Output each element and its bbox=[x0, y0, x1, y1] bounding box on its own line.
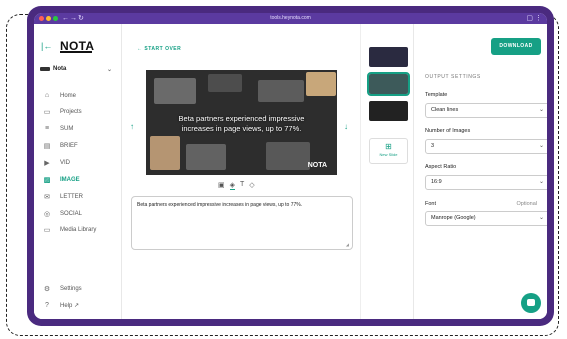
font-label: Font bbox=[425, 201, 437, 207]
window-icon[interactable]: ▢ bbox=[526, 13, 533, 24]
sidebar-item-brief[interactable]: ▤ BRIEF bbox=[40, 139, 116, 152]
slide-text-input[interactable]: Beta partners experienced impressive inc… bbox=[131, 196, 353, 250]
collapse-sidebar-icon[interactable]: |← bbox=[41, 41, 52, 51]
sum-icon: ≡ bbox=[44, 125, 50, 132]
sidebar-item-label: Home bbox=[60, 92, 77, 99]
text-icon[interactable]: T bbox=[240, 181, 244, 190]
social-icon: ◎ bbox=[43, 210, 51, 218]
new-slide-icon: ⊞ bbox=[385, 142, 392, 151]
font-select[interactable]: Manrope (Google) ⌄ bbox=[425, 211, 547, 226]
workspace-selector[interactable]: Nota ⌄ bbox=[40, 62, 116, 76]
template-label: Template bbox=[425, 92, 448, 98]
workspace-name: Nota bbox=[53, 66, 67, 72]
device-frame: ← → ↻ tools.heynota.com ▢ ⋮ |← NOTA Nota… bbox=[27, 6, 554, 326]
sidebar: |← NOTA Nota ⌄ ⌂ Home ▭ Projects ≡ SUM ▤… bbox=[34, 24, 122, 319]
laptop-graphic bbox=[186, 144, 226, 170]
sidebar-item-label: IMAGE bbox=[60, 176, 80, 183]
output-settings-panel: DOWNLOAD OUTPUT SETTINGS Template Clean … bbox=[414, 24, 547, 319]
slide-caption: Beta partners experienced impressive inc… bbox=[178, 114, 305, 134]
slide-thumbnail[interactable] bbox=[369, 101, 408, 121]
arrow-up-icon[interactable]: ↑ bbox=[130, 122, 134, 131]
slide-toolbar: ▣ ◈ T ◇ bbox=[218, 181, 255, 190]
logo-underline bbox=[60, 51, 92, 53]
sidebar-item-label: SOCIAL bbox=[60, 210, 83, 217]
main-panel: ← START OVER ↑ Beta partners experienced… bbox=[122, 24, 360, 319]
slide-text-value: Beta partners experienced impressive inc… bbox=[137, 202, 303, 208]
sidebar-item-social[interactable]: ◎ SOCIAL bbox=[40, 207, 116, 220]
image-icon[interactable]: ▣ bbox=[218, 181, 225, 190]
mail-icon: ✉ bbox=[44, 193, 50, 201]
home-icon: ⌂ bbox=[44, 92, 50, 99]
number-of-images-select[interactable]: 3 ⌄ bbox=[425, 139, 547, 154]
new-slide-button[interactable]: ⊞ New Slide bbox=[369, 138, 408, 164]
template-value: Clean lines bbox=[431, 107, 459, 113]
number-of-images-label: Number of Images bbox=[425, 128, 471, 134]
arrow-down-icon[interactable]: ↓ bbox=[344, 122, 348, 131]
gear-icon: ⚙ bbox=[43, 285, 51, 293]
chevron-down-icon: ⌄ bbox=[538, 107, 544, 113]
hand-graphic bbox=[150, 136, 180, 170]
app: |← NOTA Nota ⌄ ⌂ Home ▭ Projects ≡ SUM ▤… bbox=[34, 24, 547, 319]
sidebar-item-media-library[interactable]: ▭ Media Library bbox=[40, 223, 116, 236]
slide-thumbnail[interactable] bbox=[369, 47, 408, 67]
help-icon: ? bbox=[45, 302, 49, 309]
sidebar-item-sum[interactable]: ≡ SUM bbox=[40, 122, 116, 135]
resize-handle-icon[interactable]: ◢ bbox=[346, 242, 349, 247]
sidebar-item-home[interactable]: ⌂ Home bbox=[40, 89, 116, 102]
more-icon[interactable]: ⋮ bbox=[535, 13, 542, 24]
image-icon: ▨ bbox=[43, 176, 51, 184]
browser-bar: ← → ↻ tools.heynota.com ▢ ⋮ bbox=[34, 13, 547, 24]
laptop-graphic bbox=[266, 142, 310, 170]
chat-icon bbox=[527, 299, 535, 306]
chat-button[interactable] bbox=[521, 293, 541, 313]
sidebar-item-vid[interactable]: ▶ VID bbox=[40, 156, 116, 169]
sidebar-item-label: VID bbox=[60, 159, 71, 166]
sidebar-item-label: Media Library bbox=[60, 226, 97, 233]
start-over-button[interactable]: ← START OVER bbox=[137, 46, 181, 52]
laptop-graphic bbox=[154, 78, 196, 104]
slide-preview[interactable]: Beta partners experienced impressive inc… bbox=[146, 70, 337, 175]
screen: ← → ↻ tools.heynota.com ▢ ⋮ |← NOTA Nota… bbox=[34, 13, 547, 319]
laptop-graphic bbox=[208, 74, 242, 92]
url-bar[interactable]: tools.heynota.com bbox=[34, 13, 547, 24]
workspace-badge-icon bbox=[40, 67, 50, 71]
sidebar-item-settings[interactable]: ⚙ Settings bbox=[40, 282, 116, 295]
chevron-down-icon: ⌄ bbox=[538, 215, 544, 221]
slide-thumbnails: ⊞ New Slide bbox=[360, 24, 414, 319]
chevron-down-icon: ⌄ bbox=[106, 66, 112, 73]
sidebar-item-label: Settings bbox=[60, 285, 82, 292]
aspect-ratio-select[interactable]: 16:9 ⌄ bbox=[425, 175, 547, 190]
sidebar-item-label: LETTER bbox=[60, 193, 84, 200]
download-button[interactable]: DOWNLOAD bbox=[491, 38, 541, 55]
sidebar-item-label: Projects bbox=[60, 108, 82, 115]
hand-graphic bbox=[306, 72, 336, 96]
sidebar-item-label: BRIEF bbox=[60, 142, 78, 149]
slide-thumbnail[interactable] bbox=[367, 72, 410, 96]
font-optional-label: Optional bbox=[516, 201, 538, 207]
sidebar-item-help[interactable]: ? Help ↗ bbox=[40, 299, 116, 312]
video-icon: ▶ bbox=[44, 159, 50, 167]
sidebar-item-label: Help ↗ bbox=[60, 303, 80, 309]
sidebar-item-letter[interactable]: ✉ LETTER bbox=[40, 190, 116, 203]
tag-icon[interactable]: ◇ bbox=[249, 181, 254, 190]
sidebar-item-projects[interactable]: ▭ Projects bbox=[40, 105, 116, 118]
font-value: Manrope (Google) bbox=[431, 215, 476, 221]
folder-icon: ▭ bbox=[43, 108, 51, 116]
sidebar-item-image[interactable]: ▨ IMAGE bbox=[40, 173, 116, 186]
folder-icon: ▭ bbox=[43, 226, 51, 234]
new-slide-label: New Slide bbox=[379, 152, 398, 157]
template-select[interactable]: Clean lines ⌄ bbox=[425, 103, 547, 118]
number-of-images-value: 3 bbox=[431, 143, 435, 149]
slide-logo: NOTA bbox=[307, 162, 327, 169]
document-icon: ▤ bbox=[43, 142, 51, 150]
aspect-ratio-value: 16:9 bbox=[431, 179, 442, 185]
settings-title: OUTPUT SETTINGS bbox=[425, 74, 481, 80]
chevron-down-icon: ⌄ bbox=[538, 143, 544, 149]
chevron-down-icon: ⌄ bbox=[538, 179, 544, 185]
aspect-ratio-label: Aspect Ratio bbox=[425, 164, 457, 170]
paint-icon[interactable]: ◈ bbox=[229, 181, 236, 190]
laptop-graphic bbox=[258, 80, 304, 102]
sidebar-item-label: SUM bbox=[60, 125, 74, 132]
